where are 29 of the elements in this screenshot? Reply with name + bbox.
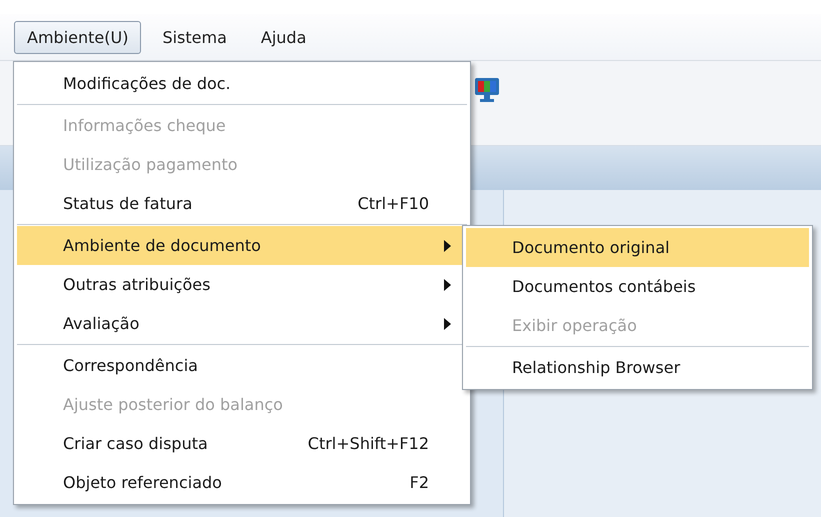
menu-bar-item[interactable]: Sistema (149, 20, 240, 54)
menu-item-label: Criar caso disputa (63, 434, 208, 453)
menu-item-label: Relationship Browser (512, 358, 680, 377)
menu-item-label: Modificações de doc. (63, 74, 231, 93)
menu-bar-item[interactable]: Ajuda (248, 20, 320, 54)
menu-item[interactable]: Status de fatura Ctrl+F10 (17, 184, 467, 223)
shortcut-label: Ctrl+F10 (358, 194, 429, 213)
menu-item[interactable]: Modificações de doc. (17, 64, 467, 103)
menu-item-label: Ajuste posterior do balanço (63, 395, 283, 414)
menu-item-label: Documentos contábeis (512, 277, 696, 296)
menu-item-label: Objeto referenciado (63, 473, 222, 492)
shortcut-label: Ctrl+Shift+F12 (308, 434, 429, 453)
menu-item[interactable]: Criar caso disputa Ctrl+Shift+F12 (17, 424, 467, 463)
monitor-icon[interactable] (474, 77, 500, 103)
menu-item-label: Status de fatura (63, 194, 192, 213)
menu-bar-item[interactable]: Ambiente(U) (14, 20, 142, 54)
menu-item-label: Utilização pagamento (63, 155, 238, 174)
menu-item-label: Exibir operação (512, 316, 637, 335)
menu-item-label: Ambiente de documento (63, 236, 261, 255)
menu-item[interactable]: Documentos contábeis (466, 267, 809, 306)
menu-item-label: Documento original (512, 238, 670, 257)
menu-item[interactable]: Documento original (466, 228, 809, 267)
menu-item[interactable]: Relationship Browser (466, 348, 809, 387)
menu-item-label: Outras atribuições (63, 275, 210, 294)
menu-item-label: Informações cheque (63, 116, 226, 135)
menu-item-label: Correspondência (63, 356, 198, 375)
menu-item-label: Avaliação (63, 314, 140, 333)
menu-item[interactable]: Objeto referenciado F2 (17, 463, 467, 502)
shortcut-label: F2 (410, 473, 429, 492)
